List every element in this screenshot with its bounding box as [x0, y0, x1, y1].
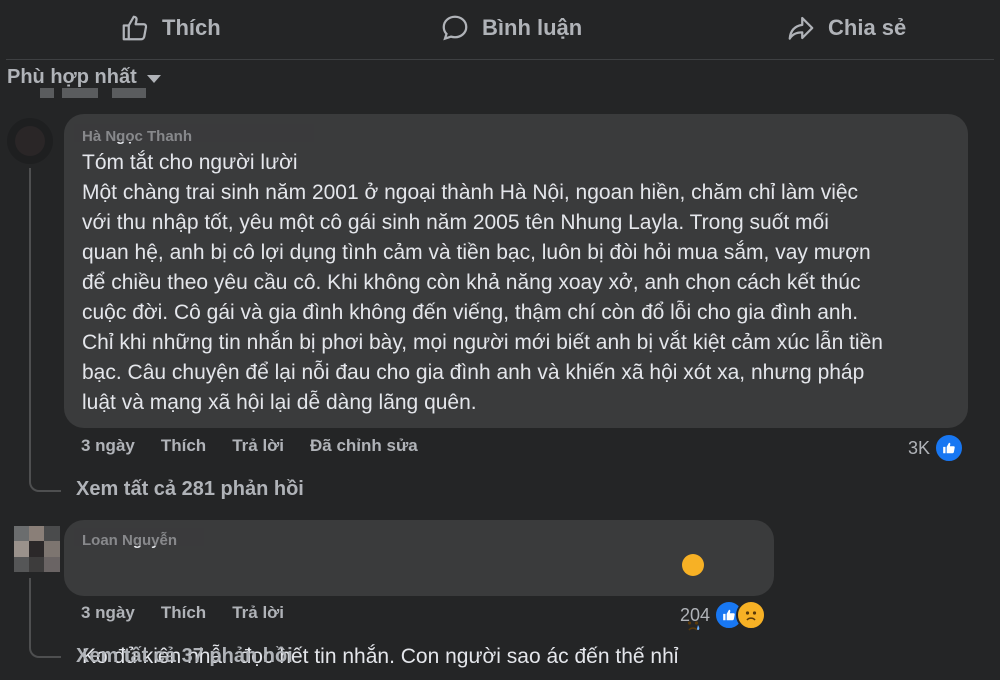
reaction-summary[interactable]: 204	[680, 600, 767, 630]
sad-face-icon	[736, 600, 767, 630]
reply-thread-line	[29, 578, 61, 658]
comment-meta: 3 ngày Thích Trả lời Đã chỉnh sửa	[81, 436, 418, 456]
redaction-block	[112, 88, 146, 98]
share-button[interactable]: Chia sẻ	[786, 10, 906, 46]
comment-reply-button[interactable]: Trả lời	[232, 436, 284, 456]
reply-thread-line	[29, 168, 61, 492]
avatar-pixel	[44, 541, 60, 557]
author-redaction	[74, 124, 314, 142]
avatar-pixel	[29, 541, 44, 557]
avatar-pixel	[29, 526, 44, 541]
share-arrow-icon	[788, 16, 814, 40]
share-label: Chia sẻ	[828, 15, 907, 40]
view-replies-link[interactable]: Xem tất cả 37 phản hồi	[76, 645, 293, 668]
comment-like-button[interactable]: Thích	[161, 436, 206, 456]
avatar-pixel	[44, 557, 60, 572]
avatar-image	[15, 126, 45, 156]
comment-timestamp[interactable]: 3 ngày	[81, 603, 135, 623]
thumbs-up-icon	[122, 15, 148, 41]
reaction-summary[interactable]: 3K	[908, 433, 965, 463]
avatar-pixel	[14, 541, 29, 557]
avatar-pixel	[14, 526, 29, 541]
reaction-count: 204	[680, 604, 711, 625]
chevron-down-icon	[146, 75, 161, 83]
sort-label: Phù hợp nhất	[7, 66, 137, 88]
view-replies-link[interactable]: Xem tất cả 281 phản hồi	[76, 478, 304, 501]
comment-timestamp[interactable]: 3 ngày	[81, 436, 135, 456]
post-action-bar: Thích Bình luận Chia sẻ	[0, 0, 1000, 56]
thumbs-up-icon	[934, 433, 965, 463]
comment-label: Bình luận	[482, 15, 583, 40]
comment-bubble: Hà Ngọc Thanh Tóm tắt cho người lười Một…	[64, 114, 968, 428]
author-redaction	[74, 528, 204, 546]
comment-bubble: Loan Nguyễn Ko đủ kiên nhẫn đọc hết tin …	[64, 520, 774, 668]
comment-button[interactable]: Bình luận	[440, 10, 582, 46]
avatar[interactable]	[7, 118, 53, 164]
avatar-pixel	[14, 557, 29, 572]
avatar-pixel	[29, 557, 44, 572]
comment-like-button[interactable]: Thích	[161, 603, 206, 623]
comment-text: Tóm tắt cho người lười Một chàng trai si…	[82, 151, 883, 414]
speech-bubble-icon	[442, 15, 468, 41]
comment-sort-dropdown[interactable]: Phù hợp nhất	[7, 66, 161, 89]
comment-meta: 3 ngày Thích Trả lời	[81, 603, 284, 623]
redaction-block	[62, 88, 98, 98]
reaction-count: 3K	[908, 437, 931, 458]
comment-reply-button[interactable]: Trả lời	[232, 603, 284, 623]
action-bar-divider	[6, 59, 994, 60]
sad-face-icon	[682, 554, 705, 631]
avatar-pixel	[44, 526, 60, 541]
edited-indicator[interactable]: Đã chỉnh sửa	[310, 436, 418, 456]
like-post-button[interactable]: Thích	[120, 10, 221, 46]
redaction-block	[40, 88, 54, 98]
like-label: Thích	[162, 15, 221, 40]
avatar[interactable]	[14, 526, 60, 572]
